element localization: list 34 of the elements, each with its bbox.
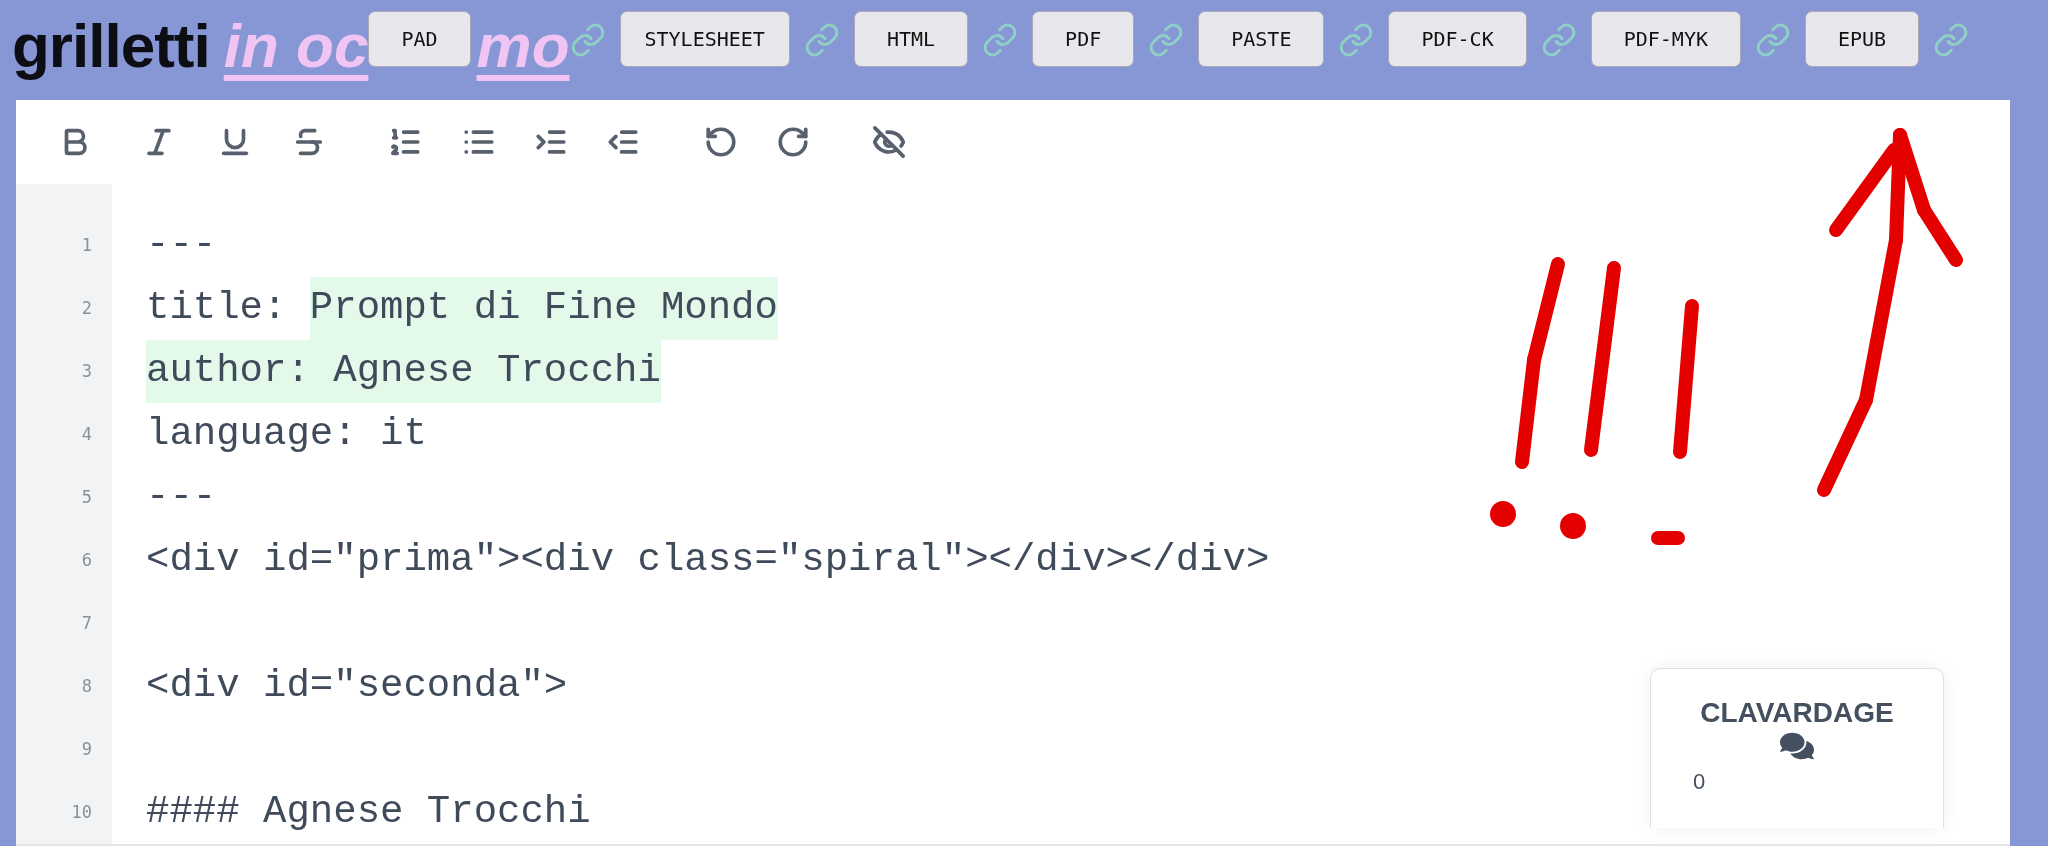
code-text: title: <box>146 285 288 332</box>
highlighted-code: Prompt di Fine Mondo <box>309 277 778 340</box>
code-text: language: it <box>146 411 427 458</box>
line-number: 3 <box>80 360 93 383</box>
export-button[interactable]: HTML <box>853 11 969 67</box>
line-number: 9 <box>80 738 93 761</box>
export-button[interactable]: STYLESHEET <box>619 11 790 67</box>
line-number: 5 <box>80 486 93 509</box>
line-number: 1 <box>80 234 93 257</box>
code-text: <div id="prima"><div class="spiral"></div></div> <box>146 537 1270 584</box>
redo-icon[interactable] <box>776 125 810 159</box>
export-button[interactable]: PASTE <box>1198 11 1325 67</box>
undo-icon[interactable] <box>704 125 738 159</box>
line-number: 8 <box>80 675 93 698</box>
chat-widget[interactable]: CLAVARDAGE 0 <box>1650 668 1944 828</box>
export-button[interactable]: PDF <box>1032 11 1135 67</box>
line-number: 6 <box>80 549 93 572</box>
line-number: 2 <box>80 297 93 320</box>
export-button[interactable]: PDF-MYK <box>1590 11 1741 67</box>
line-number: 10 <box>70 801 93 824</box>
highlighted-code: author: Agnese Trocchi <box>146 340 661 403</box>
code-text: --- <box>146 474 217 521</box>
code-text: #### Agnese Trocchi <box>146 789 591 836</box>
chat-count: 0 <box>1693 769 1706 795</box>
line-number: 4 <box>80 423 93 446</box>
line-number: 7 <box>80 612 93 635</box>
chat-title: CLAVARDAGE <box>1700 697 1894 729</box>
page-title: grilletti <box>12 10 210 82</box>
code-text: --- <box>146 222 217 269</box>
eye-off-icon[interactable] <box>872 125 906 159</box>
code-text: <div id="seconda"> <box>146 663 568 710</box>
export-button[interactable]: PAD <box>368 11 471 67</box>
export-button[interactable]: EPUB <box>1805 11 1920 67</box>
export-button[interactable]: PDF-CK <box>1388 11 1527 67</box>
